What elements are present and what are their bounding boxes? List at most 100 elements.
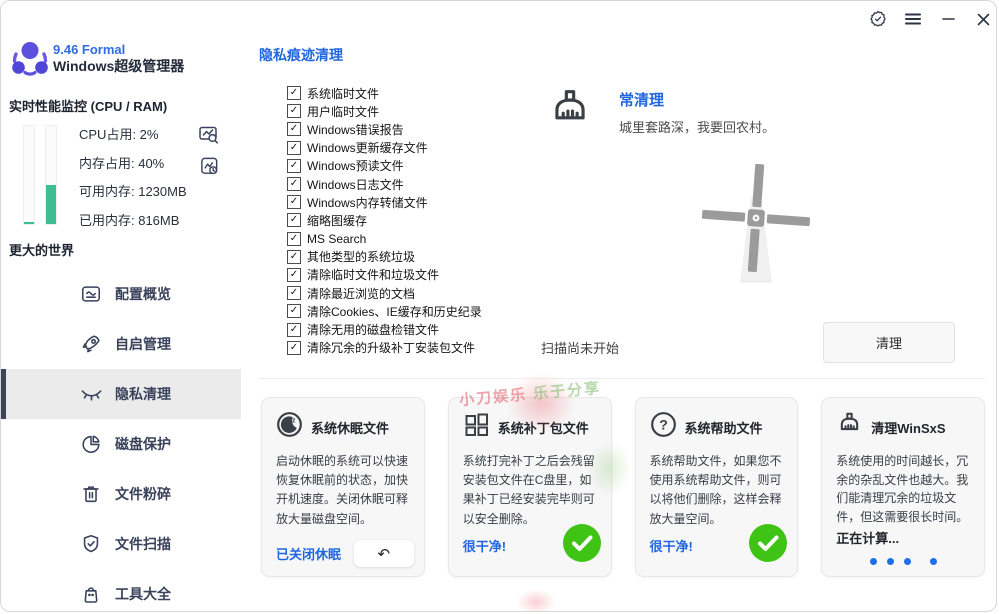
cleanup-cards: z 系统休眠文件 启动休眠的系统可以快速恢复休眠前的状态，加快开机速度。关闭休眠… — [261, 397, 985, 577]
ram-usage-stat: 内存占用: 40% — [79, 150, 187, 179]
app-logo — [9, 38, 51, 80]
loading-dot — [887, 558, 894, 565]
checkbox-checked-icon[interactable]: ✓ — [287, 195, 301, 209]
checkbox-checked-icon[interactable]: ✓ — [287, 122, 301, 136]
chart-icon — [79, 282, 103, 306]
checkbox-checked-icon[interactable]: ✓ — [287, 177, 301, 191]
calculating-label: 正在计算... — [836, 528, 971, 547]
sidebar-item-disk-protect[interactable]: 磁盘保护 — [1, 419, 241, 469]
checkbox-checked-icon[interactable]: ✓ — [287, 159, 301, 173]
winsxs-brush-icon — [836, 411, 863, 443]
sidebar-item-toolbox[interactable]: 工具大全 — [1, 569, 241, 612]
checklist-item[interactable]: ✓ Windows错误报告 — [287, 120, 482, 138]
checklist-item[interactable]: ✓ Windows日志文件 — [287, 175, 482, 193]
cpu-usage-bar — [23, 125, 35, 225]
checklist-item[interactable]: ✓ 缩略图缓存 — [287, 211, 482, 229]
patch-grid-icon — [463, 411, 490, 443]
checklist-item[interactable]: ✓ 清除Cookies、IE缓存和历史纪录 — [287, 302, 482, 320]
checklist-item[interactable]: ✓ Windows更新缓存文件 — [287, 139, 482, 157]
checkbox-checked-icon[interactable]: ✓ — [287, 286, 301, 300]
help-status-label: 很干净! — [650, 536, 693, 555]
sidebar-item-privacy-clean[interactable]: 隐私清理 — [1, 369, 241, 419]
checkbox-checked-icon[interactable]: ✓ — [287, 304, 301, 318]
trash-icon — [79, 482, 103, 506]
sidebar-item-startup-manage[interactable]: 自启管理 — [1, 319, 241, 369]
checklist-item[interactable]: ✓ 清除冗余的升级补丁安装包文件 — [287, 339, 482, 357]
undo-button[interactable]: ↶ — [354, 540, 414, 567]
world-label: 更大的世界 — [9, 240, 74, 259]
check-circle-icon — [563, 524, 601, 567]
close-icon[interactable] — [970, 6, 996, 32]
checklist-item[interactable]: ✓ Windows内存转储文件 — [287, 193, 482, 211]
checklist-item[interactable]: ✓ 其他类型的系统垃圾 — [287, 248, 482, 266]
used-ram-stat: 已用内存: 816MB — [79, 207, 187, 236]
ram-bar-fill — [46, 185, 56, 224]
card-body: 系统打完补丁之后会残留安装包文件在C盘里，如果补丁已经安装完毕则可以安全删除。 — [463, 452, 598, 529]
svg-text:?: ? — [659, 417, 668, 433]
eye-closed-icon — [79, 382, 103, 406]
help-question-icon: ? — [650, 411, 677, 443]
clean-section-title: 常清理 — [619, 89, 775, 110]
card-title: 清理WinSxS — [871, 418, 945, 437]
app-version: 9.46 Formal — [53, 42, 184, 58]
chart-history-icon[interactable] — [199, 156, 220, 182]
loading-dots — [822, 558, 984, 565]
pie-chart-icon — [79, 432, 103, 456]
scan-status: 扫描尚未开始 — [541, 338, 619, 357]
sidebar-item-label: 磁盘保护 — [115, 434, 171, 454]
checklist-item[interactable]: ✓ Windows预读文件 — [287, 157, 482, 175]
broom-icon — [547, 87, 593, 138]
card-body: 系统帮助文件，如果您不使用系统帮助文件，则可以将他们删除，这样会释放大量空间。 — [650, 452, 785, 529]
checkbox-checked-icon[interactable]: ✓ — [287, 213, 301, 227]
checklist-item[interactable]: ✓ MS Search — [287, 230, 482, 248]
ram-usage-bar — [45, 125, 57, 225]
checkbox-checked-icon[interactable]: ✓ — [287, 104, 301, 118]
sidebar-item-label: 工具大全 — [115, 584, 171, 604]
checkbox-checked-icon[interactable]: ✓ — [287, 323, 301, 337]
card-title: 系统帮助文件 — [685, 418, 763, 437]
card-body: 启动休眠的系统可以快速恢复休眠前的状态，加快开机速度。关闭休眠可释放大量磁盘空间… — [276, 452, 411, 529]
card-body: 系统使用的时间越长，冗余的杂乱文件也越大。我们能清理冗余的垃圾文件，但这需要很长… — [836, 452, 971, 526]
card-title: 系统休眠文件 — [311, 418, 389, 437]
checklist-item[interactable]: ✓ 清除临时文件和垃圾文件 — [287, 266, 482, 284]
clean-button[interactable]: 清理 — [823, 322, 955, 363]
free-ram-stat: 可用内存: 1230MB — [79, 178, 187, 207]
page-title: 隐私痕迹清理 — [259, 45, 343, 65]
minimize-icon[interactable] — [935, 6, 961, 32]
task-monitor-icon[interactable] — [198, 124, 220, 151]
cpu-bar-fill — [24, 222, 34, 224]
sidebar-item-label: 自启管理 — [115, 334, 171, 354]
loading-dot — [930, 558, 937, 565]
card-hibernate-file: z 系统休眠文件 启动休眠的系统可以快速恢复休眠前的状态，加快开机速度。关闭休眠… — [261, 397, 425, 577]
checklist-item[interactable]: ✓ 系统临时文件 — [287, 84, 482, 102]
checkbox-checked-icon[interactable]: ✓ — [287, 86, 301, 100]
privacy-checklist: ✓ 系统临时文件 ✓ 用户临时文件 ✓ Windows错误报告 ✓ Window… — [287, 84, 482, 357]
badge-check-icon[interactable] — [865, 6, 891, 32]
sidebar-item-config-overview[interactable]: 配置概览 — [1, 269, 241, 319]
checkbox-checked-icon[interactable]: ✓ — [287, 268, 301, 282]
sidebar-item-label: 文件扫描 — [115, 534, 171, 554]
checkbox-checked-icon[interactable]: ✓ — [287, 250, 301, 264]
watermark-splash — [516, 589, 556, 612]
sidebar-item-label: 文件粉碎 — [115, 484, 171, 504]
checklist-item[interactable]: ✓ 清除无用的磁盘检错文件 — [287, 320, 482, 338]
app-name: Windows超级管理器 — [53, 58, 184, 75]
card-patch-files: 系统补丁包文件 系统打完补丁之后会残留安装包文件在C盘里，如果补丁已经安装完毕则… — [448, 397, 612, 577]
bag-icon — [79, 582, 103, 606]
checklist-item[interactable]: ✓ 用户临时文件 — [287, 102, 482, 120]
menu-icon[interactable] — [900, 6, 926, 32]
sidebar-item-file-scan[interactable]: 文件扫描 — [1, 519, 241, 569]
sidebar-item-file-shred[interactable]: 文件粉碎 — [1, 469, 241, 519]
checkbox-checked-icon[interactable]: ✓ — [287, 341, 301, 355]
cpu-usage-stat: CPU占用: 2% — [79, 121, 187, 150]
sidebar: 9.46 Formal Windows超级管理器 实时性能监控 (CPU / R… — [1, 1, 241, 612]
shield-check-icon — [79, 532, 103, 556]
sidebar-item-label: 隐私清理 — [115, 384, 171, 404]
checkbox-checked-icon[interactable]: ✓ — [287, 141, 301, 155]
checkbox-checked-icon[interactable]: ✓ — [287, 232, 301, 246]
hibernate-status-label: 已关闭休眠 — [276, 544, 341, 563]
loading-dot — [904, 558, 911, 565]
card-help-files: ? 系统帮助文件 系统帮助文件，如果您不使用系统帮助文件，则可以将他们删除，这样… — [635, 397, 799, 577]
checklist-item[interactable]: ✓ 清除最近浏览的文档 — [287, 284, 482, 302]
undo-icon: ↶ — [377, 545, 390, 563]
